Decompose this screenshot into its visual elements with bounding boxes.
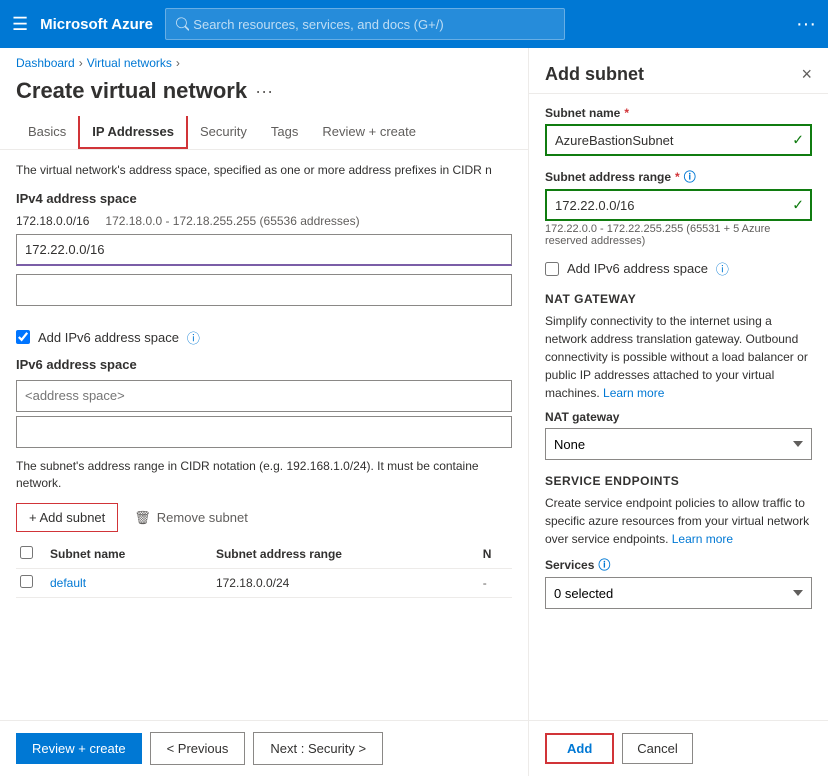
- ipv6-checkbox-label: Add IPv6 address space: [38, 330, 179, 345]
- ipv6-input-2[interactable]: [16, 416, 512, 448]
- panel-footer: Add Cancel: [529, 720, 828, 776]
- left-panel: Dashboard › Virtual networks › Create vi…: [0, 48, 528, 776]
- subnet-name-valid-icon: ✓: [792, 132, 804, 149]
- nat-gateway-select[interactable]: None: [545, 428, 812, 460]
- subnet-address-label: Subnet address range * ⓘ: [545, 168, 812, 185]
- row-checkbox-cell: [16, 569, 46, 598]
- breadcrumb-sep-2: ›: [176, 56, 180, 70]
- address-row-1: 172.18.0.0/16 172.18.0.0 - 172.18.255.25…: [16, 214, 512, 228]
- previous-button[interactable]: < Previous: [150, 732, 246, 765]
- subnet-address-hint: 172.22.0.0 - 172.22.255.255 (65531 + 5 A…: [545, 223, 812, 247]
- ipv6-info-icon[interactable]: ⓘ: [187, 328, 200, 347]
- subnet-name-cell[interactable]: default: [46, 569, 212, 598]
- nat-gateway-desc: Simplify connectivity to the internet us…: [545, 312, 812, 402]
- table-row: default 172.18.0.0/24 -: [16, 569, 512, 598]
- panel-ipv6-checkbox[interactable]: [545, 262, 559, 276]
- address-range-1: 172.18.0.0 - 172.18.255.255 (65536 addre…: [105, 214, 359, 228]
- breadcrumb: Dashboard › Virtual networks ›: [0, 48, 528, 74]
- more-options-icon[interactable]: ···: [796, 13, 816, 36]
- subnet-name-group: Subnet name * ✓: [545, 106, 812, 156]
- ipv4-inputs: [16, 234, 512, 318]
- panel-header: Add subnet ×: [529, 48, 828, 94]
- service-endpoints-desc: Create service endpoint policies to allo…: [545, 494, 812, 548]
- subnet-name-input-wrapper: ✓: [545, 124, 812, 156]
- breadcrumb-virtual-networks[interactable]: Virtual networks: [87, 56, 172, 70]
- ipv4-section-title: IPv4 address space: [16, 191, 512, 206]
- search-box[interactable]: [165, 8, 565, 40]
- panel-ipv6-label: Add IPv6 address space: [567, 261, 708, 276]
- subnet-table: Subnet name Subnet address range N defau…: [16, 540, 512, 598]
- tab-review-create[interactable]: Review + create: [310, 116, 428, 149]
- cancel-button[interactable]: Cancel: [622, 733, 692, 764]
- ipv6-section-title: IPv6 address space: [16, 357, 512, 372]
- select-all-checkbox[interactable]: [20, 546, 33, 559]
- panel-body: Subnet name * ✓ Subnet address range * ⓘ…: [529, 94, 828, 720]
- subnet-name-required: *: [624, 106, 629, 120]
- col-checkbox: [16, 540, 46, 569]
- ipv4-input-2[interactable]: [16, 274, 512, 306]
- breadcrumb-dashboard[interactable]: Dashboard: [16, 56, 75, 70]
- services-select[interactable]: 0 selected: [545, 577, 812, 609]
- subnet-range-cell: 172.18.0.0/24: [212, 569, 479, 598]
- content-area: The virtual network's address space, spe…: [0, 150, 528, 714]
- add-subnet-button[interactable]: + Add subnet: [16, 503, 118, 532]
- next-security-button[interactable]: Next : Security >: [253, 732, 383, 765]
- subnet-address-input[interactable]: [545, 189, 812, 221]
- tabs-bar: Basics IP Addresses Security Tags Review…: [0, 116, 528, 150]
- page-title-row: Create virtual network ···: [0, 74, 528, 116]
- services-field: Services ⓘ 0 selected: [545, 556, 812, 609]
- services-info-icon[interactable]: ⓘ: [598, 556, 610, 573]
- add-subnet-panel: Add subnet × Subnet name * ✓ Subnet addr…: [528, 48, 828, 776]
- subnet-address-valid-icon: ✓: [792, 197, 804, 214]
- nat-gateway-header: NAT GATEWAY: [545, 292, 812, 306]
- row-checkbox[interactable]: [20, 575, 33, 588]
- panel-title: Add subnet: [545, 64, 644, 85]
- bottom-bar: Review + create < Previous Next : Securi…: [0, 720, 528, 776]
- add-button[interactable]: Add: [545, 733, 614, 764]
- tab-ip-addresses[interactable]: IP Addresses: [78, 116, 188, 149]
- breadcrumb-sep-1: ›: [79, 56, 83, 70]
- nat-gateway-learn-more[interactable]: Learn more: [603, 386, 664, 400]
- page-title: Create virtual network: [16, 78, 247, 104]
- subnet-name-input[interactable]: [545, 124, 812, 156]
- subnet-address-input-wrapper: ✓: [545, 189, 812, 221]
- nat-gateway-label: NAT gateway: [545, 410, 812, 424]
- col-subnet-name: Subnet name: [46, 540, 212, 569]
- col-subnet-range: Subnet address range: [212, 540, 479, 569]
- ipv4-input-1[interactable]: [16, 234, 512, 266]
- subnet-description: The subnet's address range in CIDR notat…: [16, 458, 512, 492]
- tab-security[interactable]: Security: [188, 116, 259, 149]
- services-label: Services ⓘ: [545, 556, 812, 573]
- nat-gateway-field: NAT gateway None: [545, 410, 812, 460]
- address-cidr-1: 172.18.0.0/16: [16, 214, 89, 228]
- ip-description: The virtual network's address space, spe…: [16, 162, 512, 179]
- trash-icon: 🗑: [134, 510, 151, 526]
- subnet-extra-cell: -: [479, 569, 512, 598]
- tab-tags[interactable]: Tags: [259, 116, 310, 149]
- close-panel-button[interactable]: ×: [801, 64, 812, 85]
- ipv6-input[interactable]: [16, 380, 512, 412]
- col-extra: N: [479, 540, 512, 569]
- service-endpoints-learn-more[interactable]: Learn more: [672, 532, 733, 546]
- tab-basics[interactable]: Basics: [16, 116, 78, 149]
- remove-subnet-button[interactable]: 🗑 Remove subnet: [134, 510, 248, 526]
- app-title: Microsoft Azure: [40, 16, 153, 33]
- subnet-actions: + Add subnet 🗑 Remove subnet: [16, 503, 512, 532]
- search-input[interactable]: [193, 17, 554, 32]
- panel-ipv6-info-icon[interactable]: ⓘ: [716, 259, 729, 278]
- hamburger-icon[interactable]: ☰: [12, 14, 28, 35]
- page-title-options-icon[interactable]: ···: [255, 81, 273, 102]
- subnet-name-label: Subnet name *: [545, 106, 812, 120]
- ipv6-checkbox[interactable]: [16, 330, 30, 344]
- subnet-address-group: Subnet address range * ⓘ ✓ 172.22.0.0 - …: [545, 168, 812, 247]
- review-create-button[interactable]: Review + create: [16, 733, 142, 764]
- search-icon: [176, 17, 189, 31]
- panel-ipv6-checkbox-row: Add IPv6 address space ⓘ: [545, 259, 812, 278]
- service-endpoints-header: SERVICE ENDPOINTS: [545, 474, 812, 488]
- main-layout: Dashboard › Virtual networks › Create vi…: [0, 48, 828, 776]
- subnet-address-info-icon[interactable]: ⓘ: [684, 168, 696, 185]
- subnet-address-required: *: [675, 170, 680, 184]
- top-nav: ☰ Microsoft Azure ···: [0, 0, 828, 48]
- ipv6-checkbox-row: Add IPv6 address space ⓘ: [16, 328, 512, 347]
